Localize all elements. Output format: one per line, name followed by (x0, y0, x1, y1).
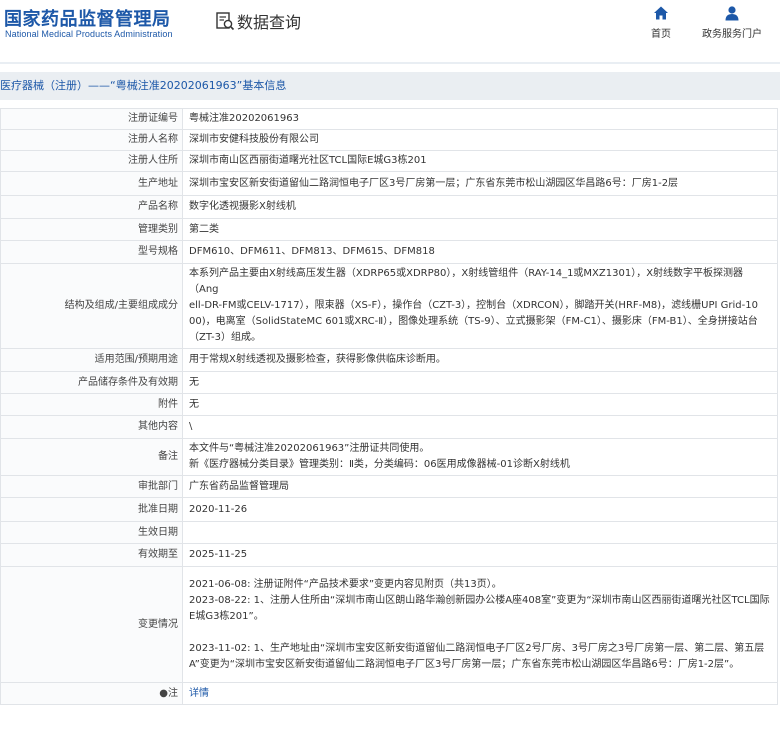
table-row: 其他内容 \ (0, 415, 778, 439)
field-label: 注册人名称 (0, 129, 183, 151)
table-row: 注册人名称 深圳市安健科技股份有限公司 (0, 129, 778, 151)
field-value: 用于常规X射线透视及摄影检查，获得影像供临床诊断用。 (182, 348, 778, 372)
table-row: 注册人住所 深圳市南山区西丽街道曙光社区TCL国际E城G3栋201 (0, 150, 778, 172)
field-value-line: 2023-11-02: 1、生产地址由“深圳市宝安区新安街道留仙二路润恒电子厂区… (189, 642, 765, 654)
field-value-line: A”变更为“深圳市宝安区新安街道留仙二路润恒电子厂区3号厂房第一层；广东省东莞市… (189, 658, 740, 670)
table-row: 变更情况 2021-06-08: 注册证附件“产品技术要求”变更内容见附页（共13… (0, 566, 778, 683)
field-value-line: 本文件与“粤械注准20202061963”注册证共同使用。 (189, 443, 430, 454)
field-label: ●注 (0, 682, 183, 705)
field-label: 注册人住所 (0, 150, 183, 172)
field-value: 无 (182, 371, 778, 394)
field-label: 结构及组成/主要组成成分 (0, 263, 183, 349)
header-divider (0, 62, 780, 64)
table-row: 附件无 (0, 393, 778, 416)
field-value: 深圳市南山区西丽街道曙光社区TCL国际E城G3栋201 (182, 150, 778, 172)
table-row: 注册证编号 粤械注准20202061963 (0, 108, 778, 130)
table-row: 管理类别 第二类 (0, 218, 778, 241)
search-document-icon (215, 11, 235, 31)
field-value-line (189, 625, 771, 641)
table-row: 备注 本文件与“粤械注准20202061963”注册证共同使用。新《医疗器械分类目… (0, 438, 778, 476)
field-value: 本文件与“粤械注准20202061963”注册证共同使用。新《医疗器械分类目录》… (182, 438, 778, 476)
table-row: 有效期至 2025-11-25 (0, 543, 778, 567)
field-value-line: 2023-08-22: 1、注册人住所由“深圳市南山区朗山路华瀚创新园办公楼A座… (189, 594, 770, 606)
field-label: 其他内容 (0, 415, 183, 439)
table-row: 结构及组成/主要组成成分 本系列产品主要由X射线高压发生器（XDRP65或XDRP… (0, 263, 778, 349)
site-logo-title[interactable]: 国家药品监督管理局 (4, 5, 171, 31)
field-label: 生产地址 (0, 171, 183, 196)
breadcrumb: 医疗器械（注册）——“粤械注准20202061963”基本信息 (0, 72, 780, 100)
site-header: 国家药品监督管理局 National Medical Products Admi… (0, 0, 780, 58)
field-value: 粤械注准20202061963 (182, 108, 778, 130)
field-value: 第二类 (182, 218, 778, 241)
home-icon (626, 5, 696, 21)
data-query-label: 数据查询 (237, 13, 302, 32)
registration-info-table: 注册证编号 粤械注准20202061963 注册人名称 深圳市安健科技股份有限公司 注册… (0, 108, 778, 705)
field-label: 产品储存条件及有效期 (0, 371, 183, 394)
field-value-line: ell-DR-FM或CELV-1717），限束器（XS-F），操作台（CZT-3… (189, 300, 758, 311)
table-row: 生效日期 (0, 521, 778, 544)
field-label: 备注 (0, 438, 183, 476)
data-query-heading: 数据查询 (215, 10, 301, 32)
field-label: 变更情况 (0, 566, 183, 683)
field-value: 本系列产品主要由X射线高压发生器（XDRP65或XDRP80），X射线管组件（R… (182, 263, 778, 349)
table-row: 审批部门 广东省药品监督管理局 (0, 475, 778, 498)
field-value: 无 (182, 393, 778, 416)
table-row: 产品储存条件及有效期无 (0, 371, 778, 394)
table-row: 批准日期 2020-11-26 (0, 497, 778, 522)
field-value-line: 新《医疗器械分类目录》管理类别：Ⅱ类，分类编码：06医用成像器械-01诊断X射线… (189, 459, 570, 470)
field-label: 附件 (0, 393, 183, 416)
table-row: 生产地址 深圳市宝安区新安街道留仙二路润恒电子厂区3号厂房第一层；广东省东莞市松山… (0, 171, 778, 196)
table-row: ●注 详情 (0, 682, 778, 705)
field-value: 广东省药品监督管理局 (182, 475, 778, 498)
nav-gov-portal-link[interactable]: 政务服务门户 (697, 5, 767, 40)
nav-home-link[interactable]: 首页 (626, 5, 696, 40)
field-label: 批准日期 (0, 497, 183, 522)
field-label: 产品名称 (0, 195, 183, 219)
field-value: 2025-11-25 (182, 543, 778, 567)
field-value: 数字化透视摄影X射线机 (182, 195, 778, 219)
field-value-line: 2021-06-08: 注册证附件“产品技术要求”变更内容见附页（共13页）。 (189, 578, 502, 590)
field-value: DFM610、DFM611、DFM813、DFM615、DFM818 (182, 240, 778, 264)
details-link[interactable]: 详情 (189, 688, 209, 699)
field-value (182, 521, 778, 544)
field-value-line: 00)，电离室（SolidStateMC 601或XRC-Ⅱ），图像处理系统（T… (189, 316, 758, 327)
field-label: 适用范围/预期用途 (0, 348, 183, 372)
field-label: 型号规格 (0, 240, 183, 264)
user-icon (697, 5, 767, 21)
field-value-line: 本系列产品主要由X射线高压发生器（XDRP65或XDRP80），X射线管组件（R… (189, 268, 744, 295)
site-logo-subtitle: National Medical Products Administration (5, 29, 173, 39)
field-value-line: E城G3栋201”。 (189, 610, 264, 622)
field-value: 详情 (182, 682, 778, 705)
nav-home-label: 首页 (651, 29, 671, 40)
field-label: 有效期至 (0, 543, 183, 567)
field-value: \ (182, 415, 778, 439)
table-row: 产品名称 数字化透视摄影X射线机 (0, 195, 778, 219)
field-value: 2020-11-26 (182, 497, 778, 522)
field-value-line: （ZT-3）组成。 (189, 332, 262, 343)
field-label: 注册证编号 (0, 108, 183, 130)
field-label: 审批部门 (0, 475, 183, 498)
field-label: 管理类别 (0, 218, 183, 241)
field-label: 生效日期 (0, 521, 183, 544)
field-value: 深圳市宝安区新安街道留仙二路润恒电子厂区3号厂房第一层；广东省东莞市松山湖园区华… (182, 171, 778, 196)
field-value: 2021-06-08: 注册证附件“产品技术要求”变更内容见附页（共13页）。 2… (182, 566, 778, 683)
nav-gov-portal-label: 政务服务门户 (702, 29, 762, 40)
field-value: 深圳市安健科技股份有限公司 (182, 129, 778, 151)
table-row: 型号规格 DFM610、DFM611、DFM813、DFM615、DFM818 (0, 240, 778, 264)
table-row: 适用范围/预期用途 用于常规X射线透视及摄影检查，获得影像供临床诊断用。 (0, 348, 778, 372)
